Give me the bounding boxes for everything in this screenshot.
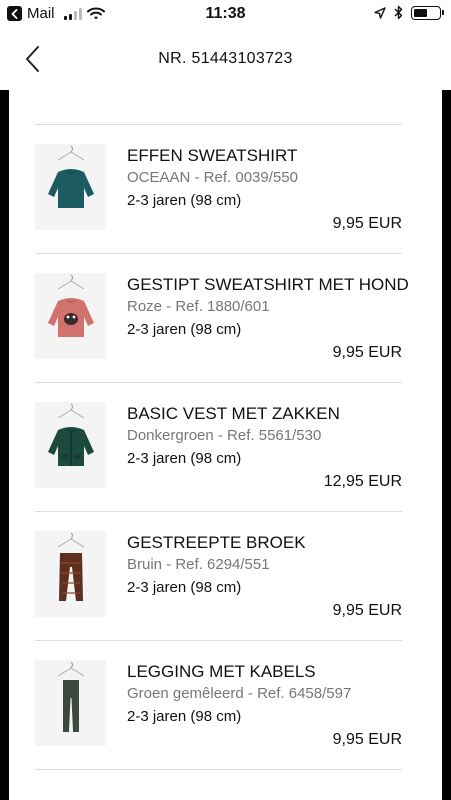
frame-edge-right (442, 90, 451, 800)
order-number-title: NR. 51443103723 (158, 50, 293, 67)
status-bar: Mail 11:38 (0, 0, 451, 30)
product-name: LEGGING MET KABELS (127, 662, 316, 681)
product-thumbnail[interactable] (35, 660, 106, 746)
order-item[interactable]: GESTIPT SWEATSHIRT MET HOND Roze - Ref. 1… (35, 254, 409, 383)
product-size: 2-3 jaren (98 cm) (127, 579, 242, 596)
product-size: 2-3 jaren (98 cm) (127, 450, 242, 467)
product-thumbnail[interactable] (35, 144, 106, 230)
product-size: 2-3 jaren (98 cm) (127, 321, 242, 338)
product-reference: Bruin - Ref. 6294/551 (127, 556, 270, 573)
location-arrow-icon (374, 6, 386, 19)
product-price: 9,95 EUR (332, 215, 402, 232)
status-right (374, 5, 444, 20)
nav-bar: NR. 51443103723 (0, 30, 451, 90)
battery-level (414, 8, 427, 17)
order-items-list[interactable]: EFFEN SWEATSHIRT OCEAAN - Ref. 0039/550 2-… (35, 124, 409, 770)
product-thumbnail[interactable] (35, 531, 106, 617)
product-thumbnail[interactable] (35, 273, 106, 359)
product-reference: Donkergroen - Ref. 5561/530 (127, 427, 322, 444)
product-price: 9,95 EUR (332, 602, 402, 619)
product-size: 2-3 jaren (98 cm) (127, 192, 242, 209)
product-reference: Groen gemêleerd - Ref. 6458/597 (127, 685, 352, 702)
order-item[interactable]: LEGGING MET KABELS Groen gemêleerd - Ref.… (35, 641, 402, 770)
product-price: 9,95 EUR (332, 344, 402, 361)
product-name: GESTIPT SWEATSHIRT MET HOND (127, 275, 409, 294)
product-price: 12,95 EUR (323, 473, 402, 490)
frame-edge-left (0, 90, 9, 800)
product-name: BASIC VEST MET ZAKKEN (127, 404, 340, 423)
product-reference: OCEAAN - Ref. 0039/550 (127, 169, 298, 186)
product-thumbnail[interactable] (35, 402, 106, 488)
order-item[interactable]: GESTREEPTE BROEK Bruin - Ref. 6294/551 2-3… (35, 512, 402, 641)
order-item[interactable]: BASIC VEST MET ZAKKEN Donkergroen - Ref. … (35, 383, 402, 512)
product-price: 9,95 EUR (332, 731, 402, 748)
order-item[interactable]: EFFEN SWEATSHIRT OCEAAN - Ref. 0039/550 2-… (35, 125, 402, 254)
product-name: EFFEN SWEATSHIRT (127, 146, 298, 165)
product-reference: Roze - Ref. 1880/601 (127, 298, 270, 315)
bluetooth-icon (394, 5, 403, 20)
battery-icon (411, 5, 444, 20)
product-name: GESTREEPTE BROEK (127, 533, 306, 552)
product-size: 2-3 jaren (98 cm) (127, 708, 242, 725)
